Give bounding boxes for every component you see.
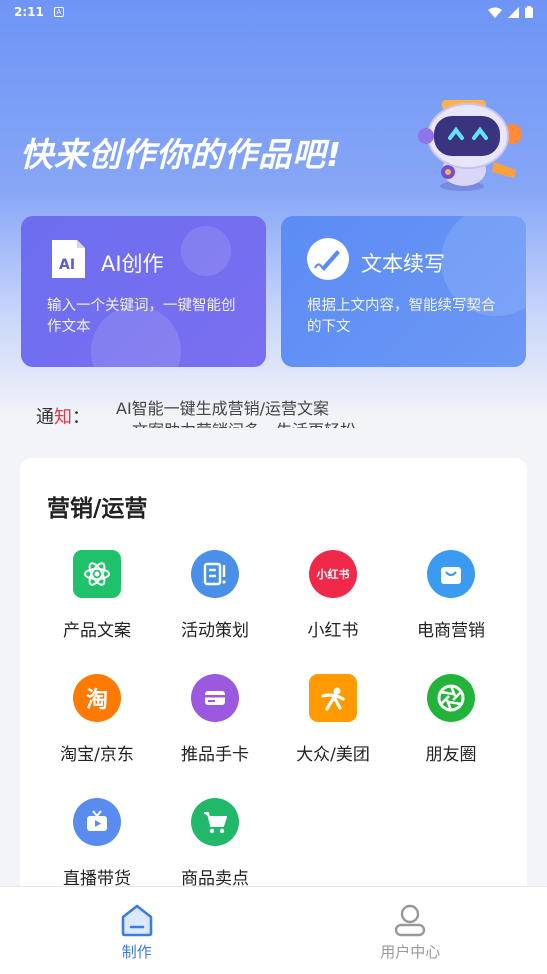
ai-icon-text: AI <box>59 257 75 273</box>
xiaohongshu-icon: 小红书 <box>309 550 357 598</box>
text-continue-card[interactable]: 文本续写 根据上文内容，智能续写契合的下文 <box>281 216 526 367</box>
tool-label: 推品手卡 <box>181 745 249 765</box>
tab-label: 用户中心 <box>380 943 441 961</box>
atom-icon <box>73 550 121 598</box>
tool-dianping[interactable]: 大众/美团 <box>274 674 392 798</box>
taobao-glyph: 淘 <box>85 688 108 713</box>
text-continue-title: 文本续写 <box>361 252 445 276</box>
ai-create-title: AI创作 <box>101 252 164 276</box>
document-icon <box>191 550 239 598</box>
shopping-bag-icon <box>427 550 475 598</box>
notification-icon: A <box>53 7 64 17</box>
home-icon <box>121 904 153 937</box>
tool-product-copy[interactable]: 产品文案 <box>38 550 156 674</box>
decor-bubble <box>181 226 231 276</box>
notice-line: AI智能一键生成营销/运营文案 <box>116 399 330 418</box>
tool-product-card[interactable]: 推品手卡 <box>156 674 274 798</box>
user-icon <box>395 904 426 937</box>
battery-icon <box>525 6 533 18</box>
xiaohongshu-glyph: 小红书 <box>316 568 350 581</box>
status-bar: 2:11 A <box>0 0 547 24</box>
notice-line: 一文案助力营销问多，生活更轻松 <box>116 420 356 428</box>
tool-label: 活动策划 <box>181 621 249 641</box>
wifi-icon <box>488 7 502 18</box>
tool-ecommerce[interactable]: 电商营销 <box>392 550 510 674</box>
tool-taobao[interactable]: 淘 淘宝/京东 <box>38 674 156 798</box>
section-title: 营销/运营 <box>47 496 148 522</box>
tab-create[interactable]: 制作 <box>0 887 274 974</box>
card-icon <box>191 674 239 722</box>
tool-xiaohongshu[interactable]: 小红书 小红书 <box>274 550 392 674</box>
ai-document-icon: AI <box>52 240 85 278</box>
cart-icon <box>191 798 239 846</box>
ai-create-desc: 输入一个关键词，一键智能创作文本 <box>47 298 236 335</box>
notice-label: 通知： <box>36 403 90 428</box>
moments-icon <box>427 674 475 722</box>
bottom-tab-bar: 制作 用户中心 <box>0 886 547 974</box>
tool-label: 小红书 <box>307 621 359 641</box>
notice-label-2: 知 <box>54 407 72 428</box>
status-icons <box>488 6 533 18</box>
tv-icon <box>73 798 121 846</box>
tool-label: 产品文案 <box>63 621 131 641</box>
robot-mascot-icon <box>418 100 522 191</box>
dianping-icon <box>309 674 357 722</box>
text-continue-desc: 根据上文内容，智能续写契合的下文 <box>307 298 496 335</box>
tool-label: 大众/美团 <box>296 745 370 765</box>
taobao-icon: 淘 <box>73 674 121 722</box>
notice-label-1: 通 <box>36 407 54 428</box>
ai-create-card[interactable]: AI AI创作 输入一个关键词，一键智能创作文本 <box>21 216 266 367</box>
tab-label: 制作 <box>121 943 152 961</box>
signal-icon <box>508 6 519 18</box>
marketing-panel: 营销/运营 产品文案 活动策划 小红书 小红书 电商营销 淘 淘宝/京东 推品手… <box>20 458 527 898</box>
tool-event-plan[interactable]: 活动策划 <box>156 550 274 674</box>
tool-label: 朋友圈 <box>425 745 477 765</box>
notice-scroll[interactable]: AI智能一键生成营销/运营文案 一文案助力营销问多，生活更轻松 <box>116 398 356 428</box>
pen-writing-icon <box>307 238 349 280</box>
notice-bar: 通知： AI智能一键生成营销/运营文案 一文案助力营销问多，生活更轻松 <box>36 398 526 428</box>
tool-label: 电商营销 <box>417 621 485 641</box>
notice-label-colon: ： <box>72 407 90 428</box>
hero-title: 快来创作你的作品吧! <box>20 135 343 174</box>
tool-moments[interactable]: 朋友圈 <box>392 674 510 798</box>
tab-user-center[interactable]: 用户中心 <box>274 887 547 974</box>
tool-label: 淘宝/京东 <box>60 745 134 765</box>
tool-grid: 产品文案 活动策划 小红书 小红书 电商营销 淘 淘宝/京东 推品手卡 大众/美… <box>38 550 510 922</box>
status-time: 2:11 <box>14 5 44 19</box>
